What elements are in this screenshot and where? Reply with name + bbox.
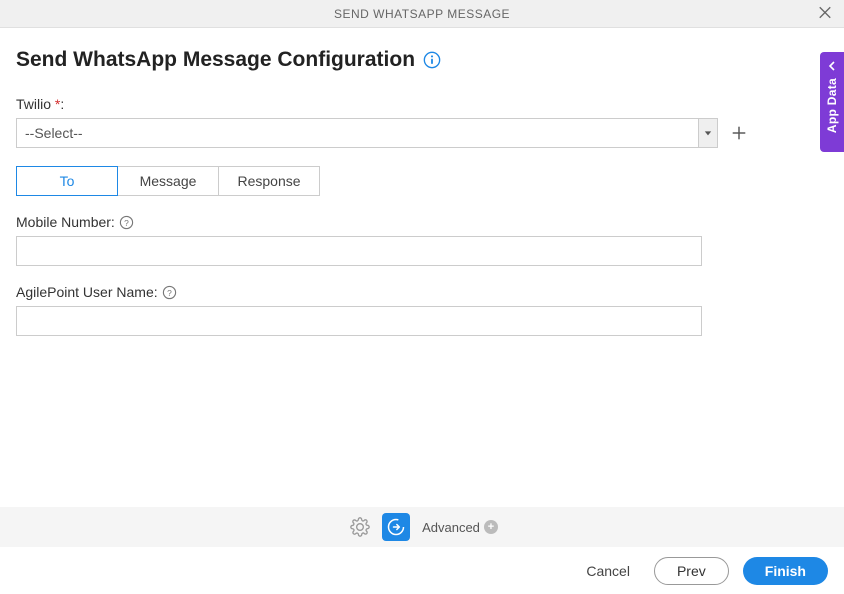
tab-response[interactable]: Response	[218, 166, 320, 196]
settings-button[interactable]	[346, 513, 374, 541]
app-data-panel-toggle[interactable]: App Data	[820, 52, 844, 152]
plus-circle-icon: +	[484, 520, 498, 534]
config-tabs: To Message Response	[16, 166, 828, 196]
twilio-label: Twilio *:	[16, 96, 828, 112]
page-title: Send WhatsApp Message Configuration	[16, 48, 415, 72]
mobile-number-input[interactable]	[16, 236, 702, 266]
chevron-left-icon	[827, 60, 837, 74]
add-twilio-button[interactable]	[728, 122, 750, 144]
chevron-down-icon	[704, 129, 712, 137]
dialog-footer: Cancel Prev Finish	[0, 547, 844, 594]
advanced-toggle[interactable]: Advanced +	[422, 520, 498, 535]
svg-text:?: ?	[124, 217, 129, 227]
help-icon[interactable]: ?	[119, 215, 134, 230]
dialog-title: SEND WHATSAPP MESSAGE	[334, 7, 510, 21]
username-label: AgilePoint User Name:	[16, 284, 158, 300]
gear-icon	[350, 517, 370, 537]
activity-toolbar: Advanced +	[0, 507, 844, 547]
mobile-number-label: Mobile Number:	[16, 214, 115, 230]
finish-button[interactable]: Finish	[743, 557, 828, 585]
info-icon[interactable]	[423, 51, 441, 69]
help-icon[interactable]: ?	[162, 285, 177, 300]
cancel-button[interactable]: Cancel	[576, 557, 640, 585]
tab-to[interactable]: To	[16, 166, 118, 196]
tab-message[interactable]: Message	[117, 166, 219, 196]
plus-icon	[730, 124, 748, 142]
close-button[interactable]	[818, 5, 832, 22]
username-input[interactable]	[16, 306, 702, 336]
advanced-label: Advanced	[422, 520, 480, 535]
process-arrow-icon	[386, 517, 406, 537]
twilio-select[interactable]: --Select--	[16, 118, 718, 148]
twilio-select-toggle[interactable]	[698, 118, 718, 148]
close-icon	[818, 5, 832, 19]
prev-button[interactable]: Prev	[654, 557, 729, 585]
app-data-label: App Data	[825, 78, 839, 133]
svg-text:?: ?	[167, 287, 172, 297]
dialog-header: SEND WHATSAPP MESSAGE	[0, 0, 844, 28]
process-button[interactable]	[382, 513, 410, 541]
twilio-select-value: --Select--	[16, 118, 698, 148]
